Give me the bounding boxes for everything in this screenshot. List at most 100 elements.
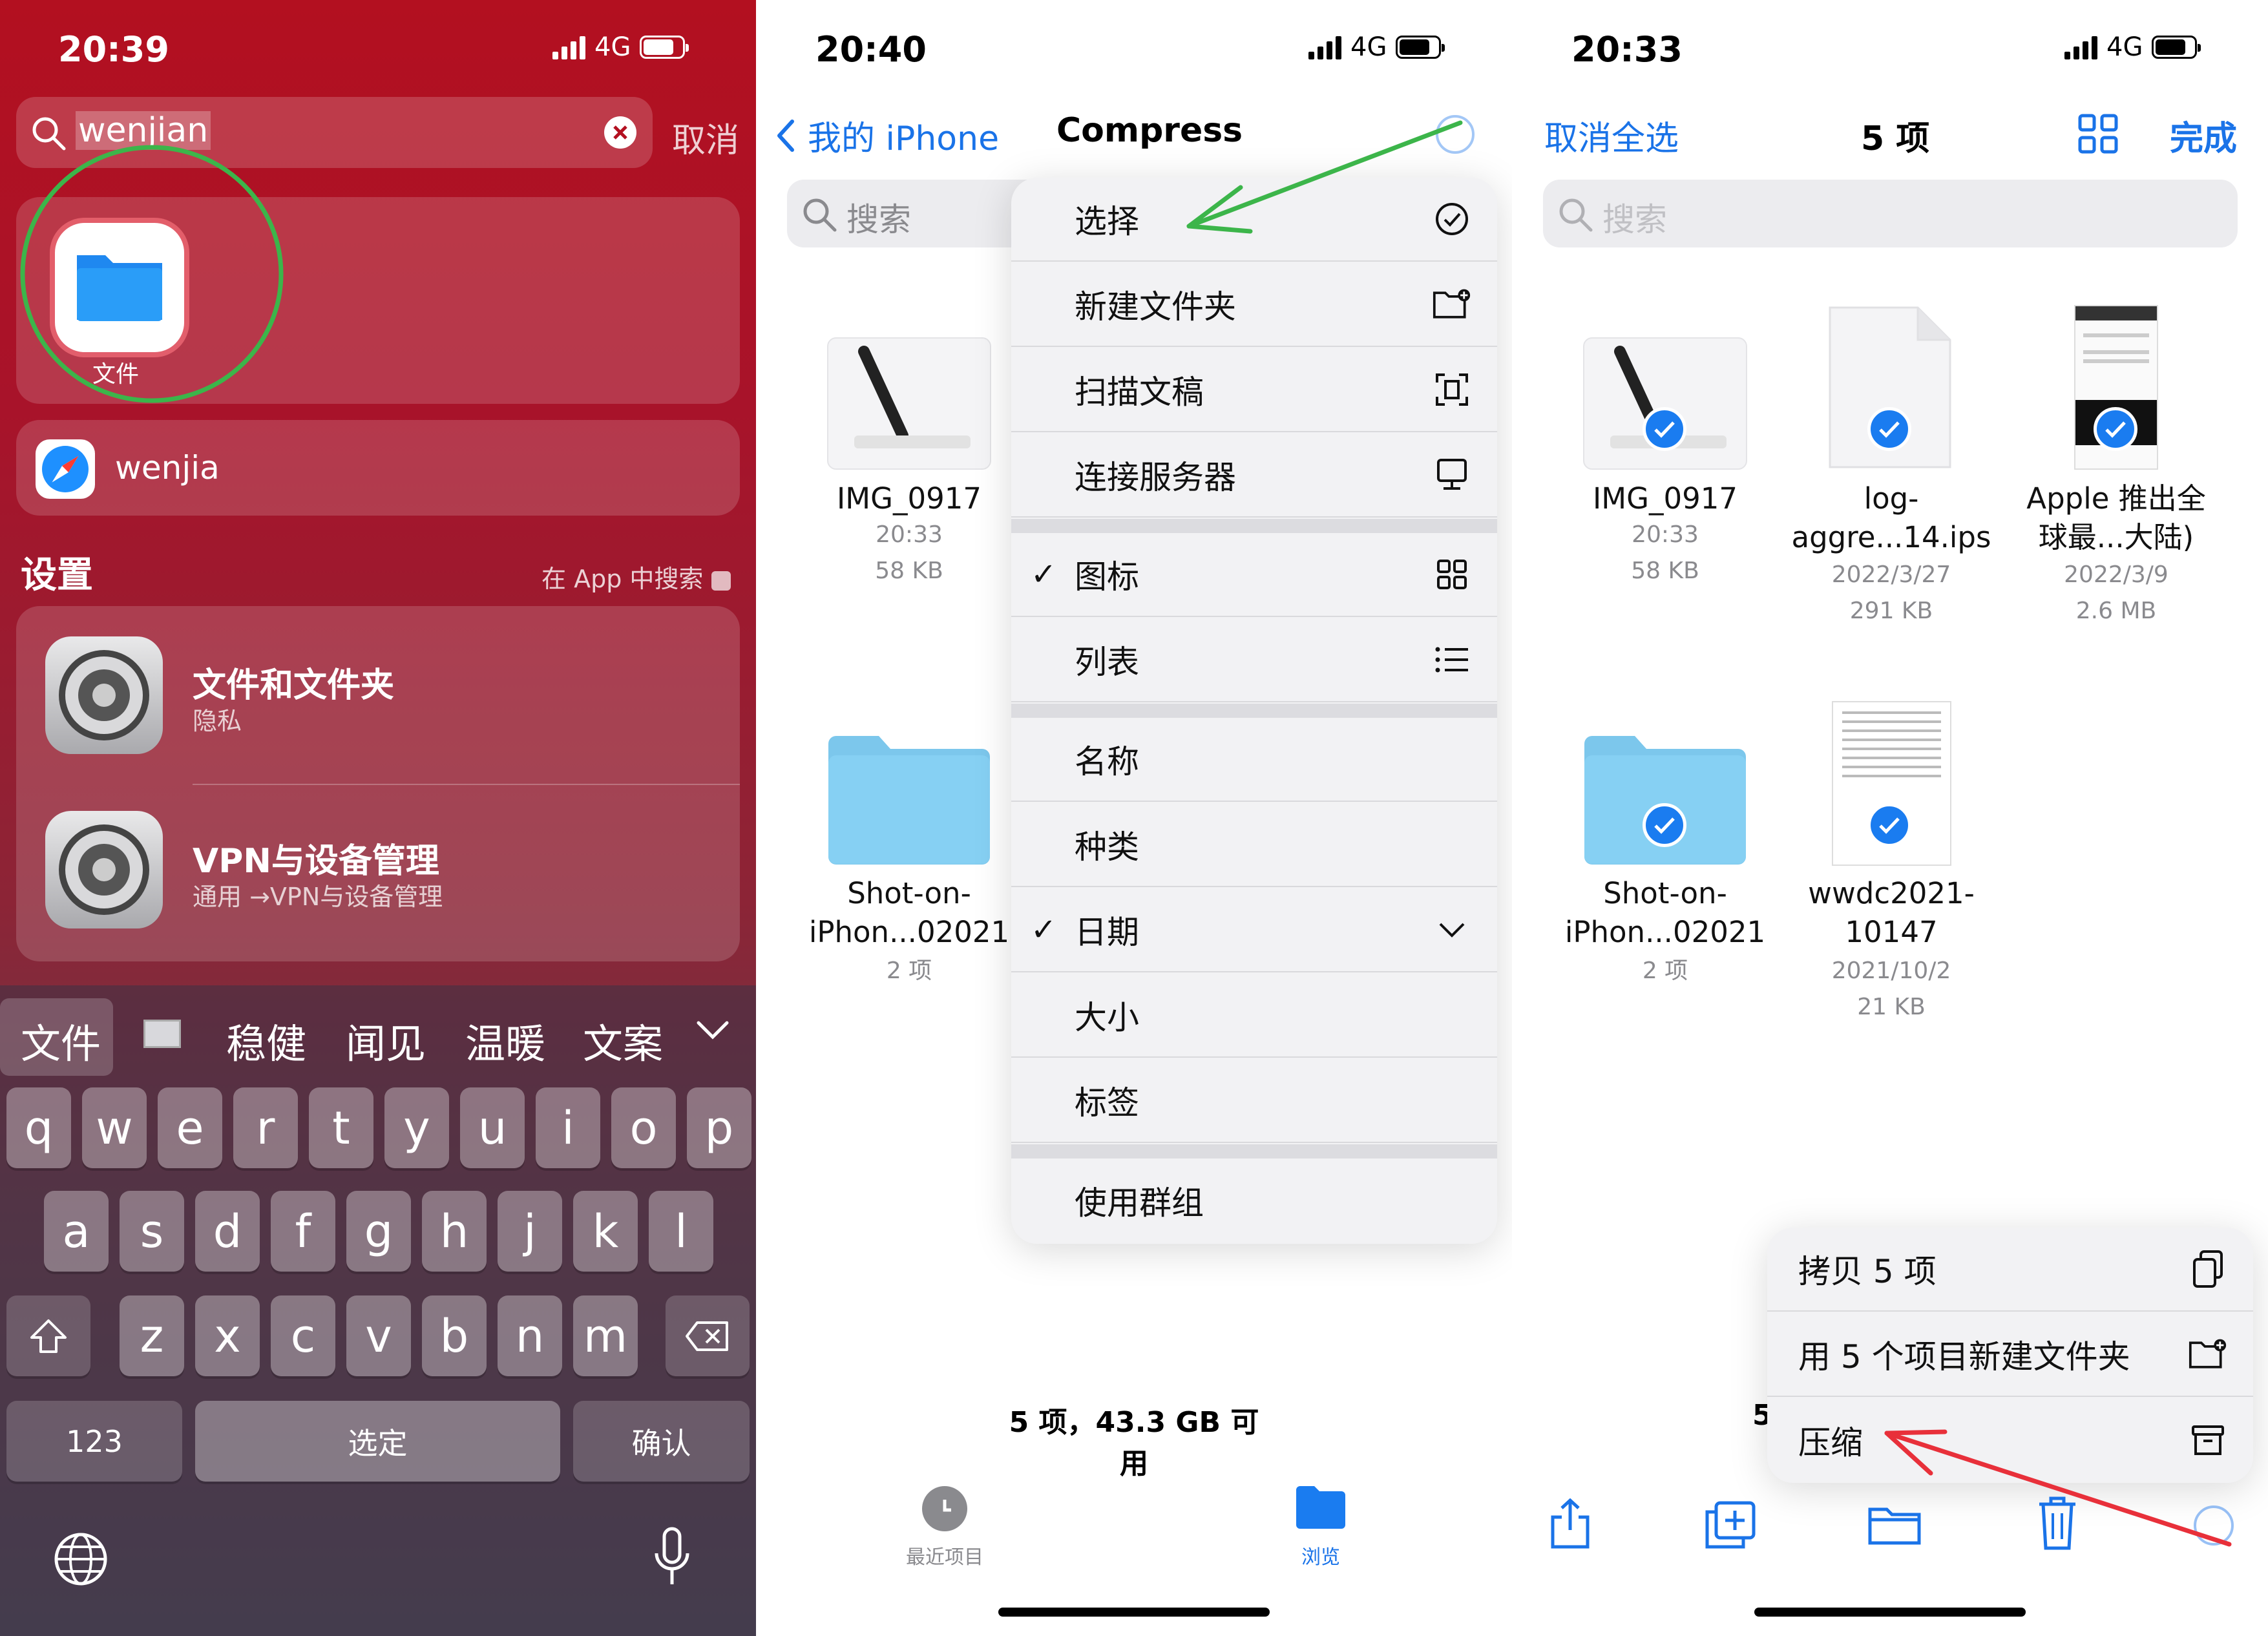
key-m[interactable]: m bbox=[573, 1295, 638, 1376]
chevron-down-icon[interactable] bbox=[695, 1018, 731, 1043]
open-in-app-icon bbox=[711, 571, 731, 591]
space-key[interactable]: 选定 bbox=[195, 1401, 560, 1482]
status-bar-right: 4G bbox=[2064, 32, 2201, 62]
menu-item-new-folder[interactable]: 新建文件夹 bbox=[1011, 263, 1497, 347]
list-icon bbox=[1435, 647, 1468, 673]
candidate-word[interactable]: 稳健 bbox=[226, 1011, 306, 1069]
deselect-all-button[interactable]: 取消全选 bbox=[1544, 111, 1679, 160]
tab-recent[interactable]: 最近项目 bbox=[893, 1541, 996, 1569]
emoji-candidate-icon[interactable] bbox=[143, 1020, 181, 1048]
settings-icon bbox=[45, 636, 163, 754]
clock-icon[interactable] bbox=[922, 1486, 967, 1531]
file-date: 20:33 bbox=[876, 521, 943, 548]
network-label: 4G bbox=[1350, 32, 1387, 62]
menu-item-sort-tags[interactable]: 标签 bbox=[1011, 1059, 1497, 1143]
search-icon bbox=[1559, 198, 1593, 232]
annotation-arrow-green bbox=[1186, 120, 1463, 234]
key-h[interactable]: h bbox=[422, 1191, 487, 1272]
share-icon[interactable] bbox=[1548, 1498, 1593, 1549]
file-date: 2022/3/27 bbox=[1831, 561, 1951, 588]
key-j[interactable]: j bbox=[498, 1191, 562, 1272]
folder-fill-icon[interactable] bbox=[1295, 1485, 1347, 1530]
battery-icon bbox=[640, 36, 689, 59]
clear-icon[interactable] bbox=[604, 116, 636, 149]
menu-item-list[interactable]: 列表 bbox=[1011, 618, 1497, 702]
menu-item-copy[interactable]: 拷贝 5 项 bbox=[1767, 1228, 2253, 1312]
key-v[interactable]: v bbox=[346, 1295, 411, 1376]
setting-result-title[interactable]: VPN与设备管理 bbox=[193, 834, 439, 882]
file-date: 2021/10/2 bbox=[1831, 958, 1951, 984]
key-b[interactable]: b bbox=[422, 1295, 487, 1376]
key-r[interactable]: r bbox=[233, 1087, 298, 1168]
menu-item-sort-name[interactable]: 名称 bbox=[1011, 718, 1497, 802]
search-icon bbox=[803, 198, 837, 232]
globe-icon[interactable] bbox=[53, 1531, 109, 1587]
microphone-icon[interactable] bbox=[653, 1526, 691, 1588]
tab-browse[interactable]: 浏览 bbox=[1269, 1541, 1372, 1569]
search-in-app-link[interactable]: 在 App 中搜索 bbox=[541, 559, 731, 594]
key-d[interactable]: d bbox=[195, 1191, 260, 1272]
grid-icon[interactable] bbox=[2077, 113, 2119, 154]
menu-item-use-groups[interactable]: 使用群组 bbox=[1011, 1159, 1497, 1243]
key-p[interactable]: p bbox=[687, 1087, 751, 1168]
menu-separator bbox=[1011, 1144, 1497, 1159]
menu-item-connect-server[interactable]: 连接服务器 bbox=[1011, 434, 1497, 518]
selected-check-icon[interactable] bbox=[1867, 803, 1911, 847]
key-f[interactable]: f bbox=[271, 1191, 335, 1272]
settings-icon bbox=[45, 811, 163, 928]
key-o[interactable]: o bbox=[611, 1087, 676, 1168]
candidate-word[interactable]: 闻见 bbox=[346, 1011, 426, 1069]
key-n[interactable]: n bbox=[498, 1295, 562, 1376]
numbers-key[interactable]: 123 bbox=[6, 1401, 182, 1482]
key-t[interactable]: t bbox=[309, 1087, 373, 1168]
key-z[interactable]: z bbox=[120, 1295, 184, 1376]
file-thumbnail[interactable] bbox=[827, 337, 991, 470]
key-c[interactable]: c bbox=[271, 1295, 335, 1376]
key-g[interactable]: g bbox=[346, 1191, 411, 1272]
key-i[interactable]: i bbox=[536, 1087, 600, 1168]
menu-item-sort-kind[interactable]: 种类 bbox=[1011, 803, 1497, 887]
file-name: IMG_0917 bbox=[1593, 481, 1738, 516]
shift-key[interactable] bbox=[6, 1295, 90, 1376]
selected-check-icon[interactable] bbox=[1867, 407, 1911, 451]
cancel-button[interactable]: 取消 bbox=[672, 113, 739, 162]
selected-check-icon[interactable] bbox=[1643, 803, 1686, 847]
duplicate-icon[interactable] bbox=[1705, 1500, 1756, 1549]
key-s[interactable]: s bbox=[120, 1191, 184, 1272]
home-indicator bbox=[998, 1608, 1270, 1617]
web-result-label: wenjia bbox=[115, 449, 220, 487]
battery-icon bbox=[1396, 36, 1445, 59]
key-y[interactable]: y bbox=[384, 1087, 449, 1168]
folder-count: 2 项 bbox=[1642, 958, 1688, 984]
candidate-word[interactable]: 温暖 bbox=[465, 1011, 545, 1069]
key-u[interactable]: u bbox=[460, 1087, 525, 1168]
confirm-key[interactable]: 确认 bbox=[573, 1401, 750, 1482]
selected-check-icon[interactable] bbox=[1643, 407, 1686, 451]
menu-item-sort-date[interactable]: ✓ 日期 bbox=[1011, 888, 1497, 972]
search-placeholder: 搜索 bbox=[846, 201, 911, 238]
folder-icon[interactable] bbox=[826, 733, 992, 866]
folder-name: Shot-on-iPhon...02021 bbox=[808, 876, 1010, 949]
menu-item-scan[interactable]: 扫描文稿 bbox=[1011, 348, 1497, 432]
selected-check-icon[interactable] bbox=[2094, 407, 2137, 451]
candidate-word[interactable]: 文案 bbox=[583, 1011, 663, 1069]
back-button[interactable]: 我的 iPhone bbox=[774, 111, 999, 160]
menu-item-sort-size[interactable]: 大小 bbox=[1011, 974, 1497, 1058]
key-x[interactable]: x bbox=[195, 1295, 260, 1376]
key-a[interactable]: a bbox=[44, 1191, 109, 1272]
menu-item-new-folder-with-items[interactable]: 用 5 个项目新建文件夹 bbox=[1767, 1313, 2253, 1397]
candidate-word[interactable]: 文件 bbox=[21, 1011, 101, 1069]
file-size: 58 KB bbox=[1631, 558, 1699, 584]
menu-item-icons[interactable]: ✓ 图标 bbox=[1011, 533, 1497, 617]
key-w[interactable]: w bbox=[82, 1087, 147, 1168]
search-field[interactable]: 搜索 bbox=[1543, 180, 2238, 247]
key-e[interactable]: e bbox=[158, 1087, 222, 1168]
search-placeholder: 搜索 bbox=[1602, 201, 1667, 238]
key-q[interactable]: q bbox=[6, 1087, 71, 1168]
setting-result-title[interactable]: 文件和文件夹 bbox=[193, 658, 394, 706]
key-k[interactable]: k bbox=[573, 1191, 638, 1272]
annotation-circle bbox=[20, 145, 284, 403]
done-button[interactable]: 完成 bbox=[2170, 111, 2237, 160]
key-l[interactable]: l bbox=[649, 1191, 713, 1272]
delete-key[interactable] bbox=[666, 1295, 750, 1376]
